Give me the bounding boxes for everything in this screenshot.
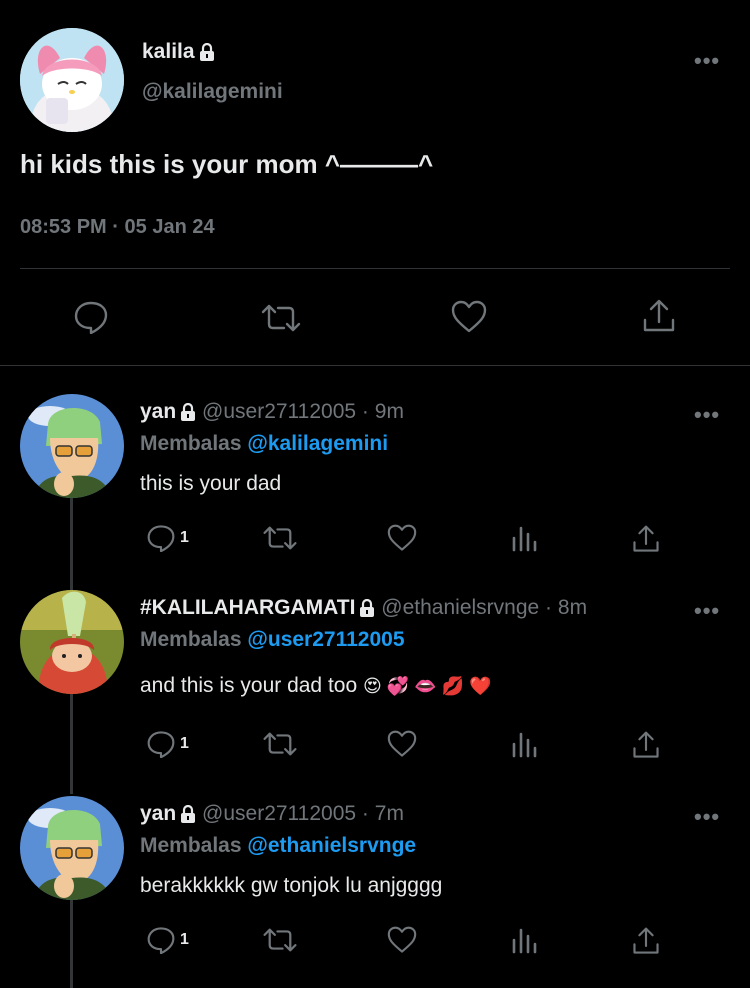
reply-icon[interactable]: [73, 300, 109, 334]
like-button[interactable]: [386, 524, 418, 552]
avatar-kalilahargamati[interactable]: [20, 590, 124, 694]
replying-label: Membalas: [140, 628, 242, 651]
more-icon[interactable]: •••: [694, 404, 720, 426]
share-icon[interactable]: [642, 298, 676, 334]
emoji-group: 😍 💞 👄 💋 ❤️: [362, 676, 492, 696]
reply-author-line: yan @user27112005 · 7m: [140, 802, 404, 826]
reply-actions: 1: [140, 926, 680, 956]
avatar-kalila[interactable]: [20, 28, 124, 132]
mention-link[interactable]: @kalilagemini: [247, 432, 388, 455]
share-icon: [632, 524, 660, 554]
replying-to: Membalas @user27112005: [140, 628, 405, 652]
author-handle[interactable]: @ethanielsrvnge: [381, 596, 539, 619]
share-icon: [632, 926, 660, 956]
display-name[interactable]: kalila: [142, 40, 195, 63]
like-icon: [386, 926, 418, 954]
retweet-icon[interactable]: [260, 302, 302, 334]
lock-icon: [180, 805, 196, 823]
separator: ·: [545, 596, 553, 619]
reply-button[interactable]: 1: [146, 926, 189, 954]
reply-count: 1: [180, 529, 189, 546]
reply-actions: 1: [140, 524, 680, 554]
replying-label: Membalas: [140, 834, 242, 857]
more-icon[interactable]: •••: [694, 806, 720, 828]
reply-age[interactable]: 7m: [375, 802, 404, 825]
avatar-yan[interactable]: [20, 394, 124, 498]
like-button[interactable]: [386, 926, 418, 954]
separator: ·: [361, 802, 369, 825]
tweet-text: hi kids this is your mom ^———^: [20, 149, 434, 179]
retweet-icon: [262, 926, 298, 954]
reply-icon: [146, 926, 176, 954]
separator: ·: [112, 216, 119, 238]
like-icon: [386, 524, 418, 552]
like-icon[interactable]: [450, 300, 488, 334]
share-button[interactable]: [632, 524, 660, 554]
thread-line: [70, 898, 73, 988]
tweet-date: 05 Jan 24: [124, 216, 215, 238]
reply-author-line: #KALILAHARGAMATI @ethanielsrvnge · 8m: [140, 596, 587, 620]
lock-icon: [359, 599, 375, 617]
author-handle[interactable]: @kalilagemini: [142, 80, 283, 104]
replying-to: Membalas @kalilagemini: [140, 432, 388, 456]
avatar-yan[interactable]: [20, 796, 124, 900]
analytics-icon: [510, 926, 538, 954]
replying-to: Membalas @ethanielsrvnge: [140, 834, 416, 858]
tweet-time: 08:53 PM: [20, 216, 107, 238]
separator: ·: [361, 400, 369, 423]
divider: [20, 268, 730, 269]
reply-actions: 1: [140, 730, 680, 760]
thread-line: [70, 694, 73, 794]
reply-text: this is your dad: [140, 472, 282, 495]
share-button[interactable]: [632, 730, 660, 760]
share-button[interactable]: [632, 926, 660, 956]
reply-author-line: yan @user27112005 · 9m: [140, 400, 404, 424]
like-button[interactable]: [386, 730, 418, 758]
author-handle[interactable]: @user27112005: [202, 400, 356, 423]
analytics-icon: [510, 730, 538, 758]
retweet-button[interactable]: [262, 524, 298, 552]
thread-line: [70, 498, 73, 590]
analytics-button[interactable]: [510, 730, 538, 758]
reply-icon: [146, 524, 176, 552]
display-name[interactable]: #KALILAHARGAMATI: [140, 596, 355, 619]
reply-text: and this is your dad too: [140, 674, 358, 697]
share-icon: [632, 730, 660, 760]
reply-age[interactable]: 8m: [558, 596, 587, 619]
more-icon[interactable]: •••: [694, 600, 720, 622]
replying-label: Membalas: [140, 432, 242, 455]
author-line: kalila: [142, 40, 215, 64]
reply-count: 1: [180, 931, 189, 948]
mention-link[interactable]: @ethanielsrvnge: [247, 834, 416, 857]
lock-icon: [180, 403, 196, 421]
retweet-icon: [262, 524, 298, 552]
retweet-button[interactable]: [262, 926, 298, 954]
section-divider: [0, 365, 750, 366]
reply-count: 1: [180, 735, 189, 752]
analytics-icon: [510, 524, 538, 552]
tweet-timestamp[interactable]: 08:53 PM · 05 Jan 24: [20, 216, 215, 239]
display-name[interactable]: yan: [140, 802, 176, 825]
reply-icon: [146, 730, 176, 758]
analytics-button[interactable]: [510, 926, 538, 954]
reply-button[interactable]: 1: [146, 730, 189, 758]
retweet-icon: [262, 730, 298, 758]
lock-icon: [199, 43, 215, 61]
author-handle[interactable]: @user27112005: [202, 802, 356, 825]
reply-text-line: and this is your dad too 😍 💞 👄 💋 ❤️: [140, 674, 491, 698]
reply-button[interactable]: 1: [146, 524, 189, 552]
reply-text: berakkkkkk gw tonjok lu anjgggg: [140, 874, 443, 897]
analytics-button[interactable]: [510, 524, 538, 552]
display-name[interactable]: yan: [140, 400, 176, 423]
mention-link[interactable]: @user27112005: [247, 628, 404, 651]
like-icon: [386, 730, 418, 758]
reply-age[interactable]: 9m: [375, 400, 404, 423]
more-icon[interactable]: •••: [694, 50, 720, 72]
retweet-button[interactable]: [262, 730, 298, 758]
